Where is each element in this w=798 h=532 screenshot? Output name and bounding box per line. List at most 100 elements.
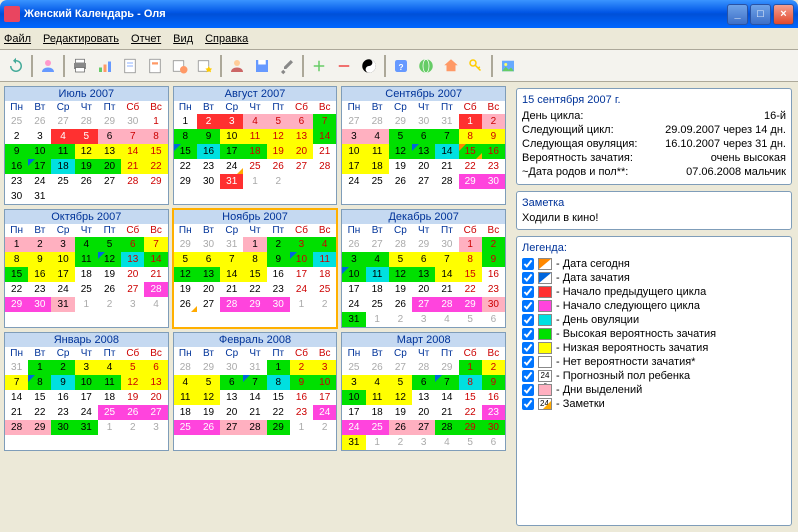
legend-checkbox[interactable] <box>522 342 534 354</box>
day-cell[interactable]: 29 <box>144 174 167 189</box>
day-cell[interactable]: 27 <box>389 360 412 375</box>
day-cell[interactable]: 30 <box>5 189 28 204</box>
day-cell[interactable]: 7 <box>220 252 243 267</box>
day-cell[interactable]: 6 <box>197 252 220 267</box>
day-cell[interactable]: 3 <box>75 360 98 375</box>
day-cell[interactable]: 25 <box>98 405 121 420</box>
day-cell[interactable]: 4 <box>98 360 121 375</box>
day-cell[interactable]: 19 <box>389 405 412 420</box>
day-cell[interactable]: 29 <box>174 174 197 189</box>
day-cell[interactable]: 20 <box>412 405 435 420</box>
day-cell[interactable]: 11 <box>174 390 197 405</box>
day-cell[interactable]: 11 <box>98 375 121 390</box>
month-header[interactable]: Январь 2008 <box>5 333 168 347</box>
day-cell[interactable]: 5 <box>459 312 482 327</box>
month-header[interactable]: Февраль 2008 <box>174 333 337 347</box>
day-cell[interactable]: 26 <box>197 420 220 435</box>
day-cell[interactable]: 1 <box>174 114 197 129</box>
day-cell[interactable]: 6 <box>412 375 435 390</box>
day-cell[interactable]: 31 <box>220 174 243 189</box>
day-cell[interactable]: 4 <box>435 312 458 327</box>
day-cell[interactable]: 25 <box>366 420 389 435</box>
day-cell[interactable]: 21 <box>435 282 458 297</box>
day-cell[interactable]: 23 <box>482 159 505 174</box>
day-cell[interactable]: 17 <box>28 159 51 174</box>
day-cell[interactable]: 11 <box>366 390 389 405</box>
day-cell[interactable]: 17 <box>75 390 98 405</box>
day-cell[interactable]: 9 <box>28 252 51 267</box>
day-cell[interactable]: 2 <box>98 297 121 312</box>
day-cell[interactable]: 1 <box>366 312 389 327</box>
day-cell[interactable]: 9 <box>5 144 28 159</box>
print-icon[interactable] <box>68 54 92 78</box>
day-cell[interactable]: 2 <box>389 435 412 450</box>
day-cell[interactable]: 4 <box>243 114 266 129</box>
day-cell[interactable]: 13 <box>144 375 167 390</box>
legend-checkbox[interactable] <box>522 328 534 340</box>
day-cell[interactable]: 1 <box>290 420 313 435</box>
day-cell[interactable]: 22 <box>459 282 482 297</box>
day-cell[interactable]: 15 <box>5 267 28 282</box>
day-cell[interactable]: 21 <box>313 144 336 159</box>
day-cell[interactable]: 2 <box>482 237 505 252</box>
day-cell[interactable]: 28 <box>174 360 197 375</box>
calendar-gear-icon[interactable] <box>168 54 192 78</box>
day-cell[interactable]: 28 <box>313 159 336 174</box>
day-cell[interactable]: 29 <box>459 174 482 189</box>
day-cell[interactable]: 31 <box>28 189 51 204</box>
day-cell[interactable]: 26 <box>28 114 51 129</box>
save-icon[interactable] <box>250 54 274 78</box>
day-cell[interactable]: 1 <box>459 237 482 252</box>
day-cell[interactable]: 16 <box>51 390 74 405</box>
day-cell[interactable]: 17 <box>290 267 313 282</box>
day-cell[interactable]: 30 <box>482 174 505 189</box>
menu-edit[interactable]: Редактировать <box>43 33 119 45</box>
day-cell[interactable]: 19 <box>389 159 412 174</box>
day-cell[interactable]: 27 <box>412 420 435 435</box>
day-cell[interactable]: 11 <box>243 129 266 144</box>
day-cell[interactable]: 29 <box>412 237 435 252</box>
day-cell[interactable]: 7 <box>144 237 167 252</box>
day-cell[interactable]: 23 <box>482 282 505 297</box>
day-cell[interactable]: 5 <box>98 237 121 252</box>
day-cell[interactable]: 14 <box>243 390 266 405</box>
day-cell[interactable]: 24 <box>51 282 74 297</box>
day-cell[interactable]: 20 <box>412 282 435 297</box>
day-cell[interactable]: 3 <box>412 312 435 327</box>
day-cell[interactable]: 16 <box>28 267 51 282</box>
day-cell[interactable]: 5 <box>197 375 220 390</box>
day-cell[interactable]: 7 <box>121 129 144 144</box>
day-cell[interactable]: 14 <box>313 129 336 144</box>
day-cell[interactable]: 19 <box>267 144 290 159</box>
day-cell[interactable]: 18 <box>366 159 389 174</box>
day-cell[interactable]: 31 <box>51 297 74 312</box>
day-cell[interactable]: 28 <box>121 174 144 189</box>
day-cell[interactable]: 27 <box>51 114 74 129</box>
day-cell[interactable]: 12 <box>389 267 412 282</box>
day-cell[interactable]: 10 <box>342 267 365 282</box>
day-cell[interactable]: 2 <box>5 129 28 144</box>
home-icon[interactable] <box>439 54 463 78</box>
day-cell[interactable]: 31 <box>243 360 266 375</box>
day-cell[interactable]: 28 <box>435 420 458 435</box>
day-cell[interactable]: 1 <box>243 174 266 189</box>
day-cell[interactable]: 19 <box>174 282 197 297</box>
day-cell[interactable]: 23 <box>267 282 290 297</box>
day-cell[interactable]: 23 <box>28 282 51 297</box>
day-cell[interactable]: 9 <box>482 252 505 267</box>
day-cell[interactable]: 4 <box>435 435 458 450</box>
day-cell[interactable]: 5 <box>174 252 197 267</box>
day-cell[interactable]: 20 <box>412 159 435 174</box>
day-cell[interactable]: 4 <box>366 129 389 144</box>
day-cell[interactable]: 17 <box>313 390 336 405</box>
chart-icon[interactable] <box>93 54 117 78</box>
day-cell[interactable]: 6 <box>482 435 505 450</box>
day-cell[interactable]: 17 <box>342 282 365 297</box>
day-cell[interactable]: 25 <box>366 297 389 312</box>
day-cell[interactable]: 24 <box>342 174 365 189</box>
day-cell[interactable]: 25 <box>174 420 197 435</box>
day-cell[interactable]: 21 <box>121 159 144 174</box>
day-cell[interactable]: 30 <box>28 297 51 312</box>
day-cell[interactable]: 6 <box>98 129 121 144</box>
day-cell[interactable]: 25 <box>342 360 365 375</box>
